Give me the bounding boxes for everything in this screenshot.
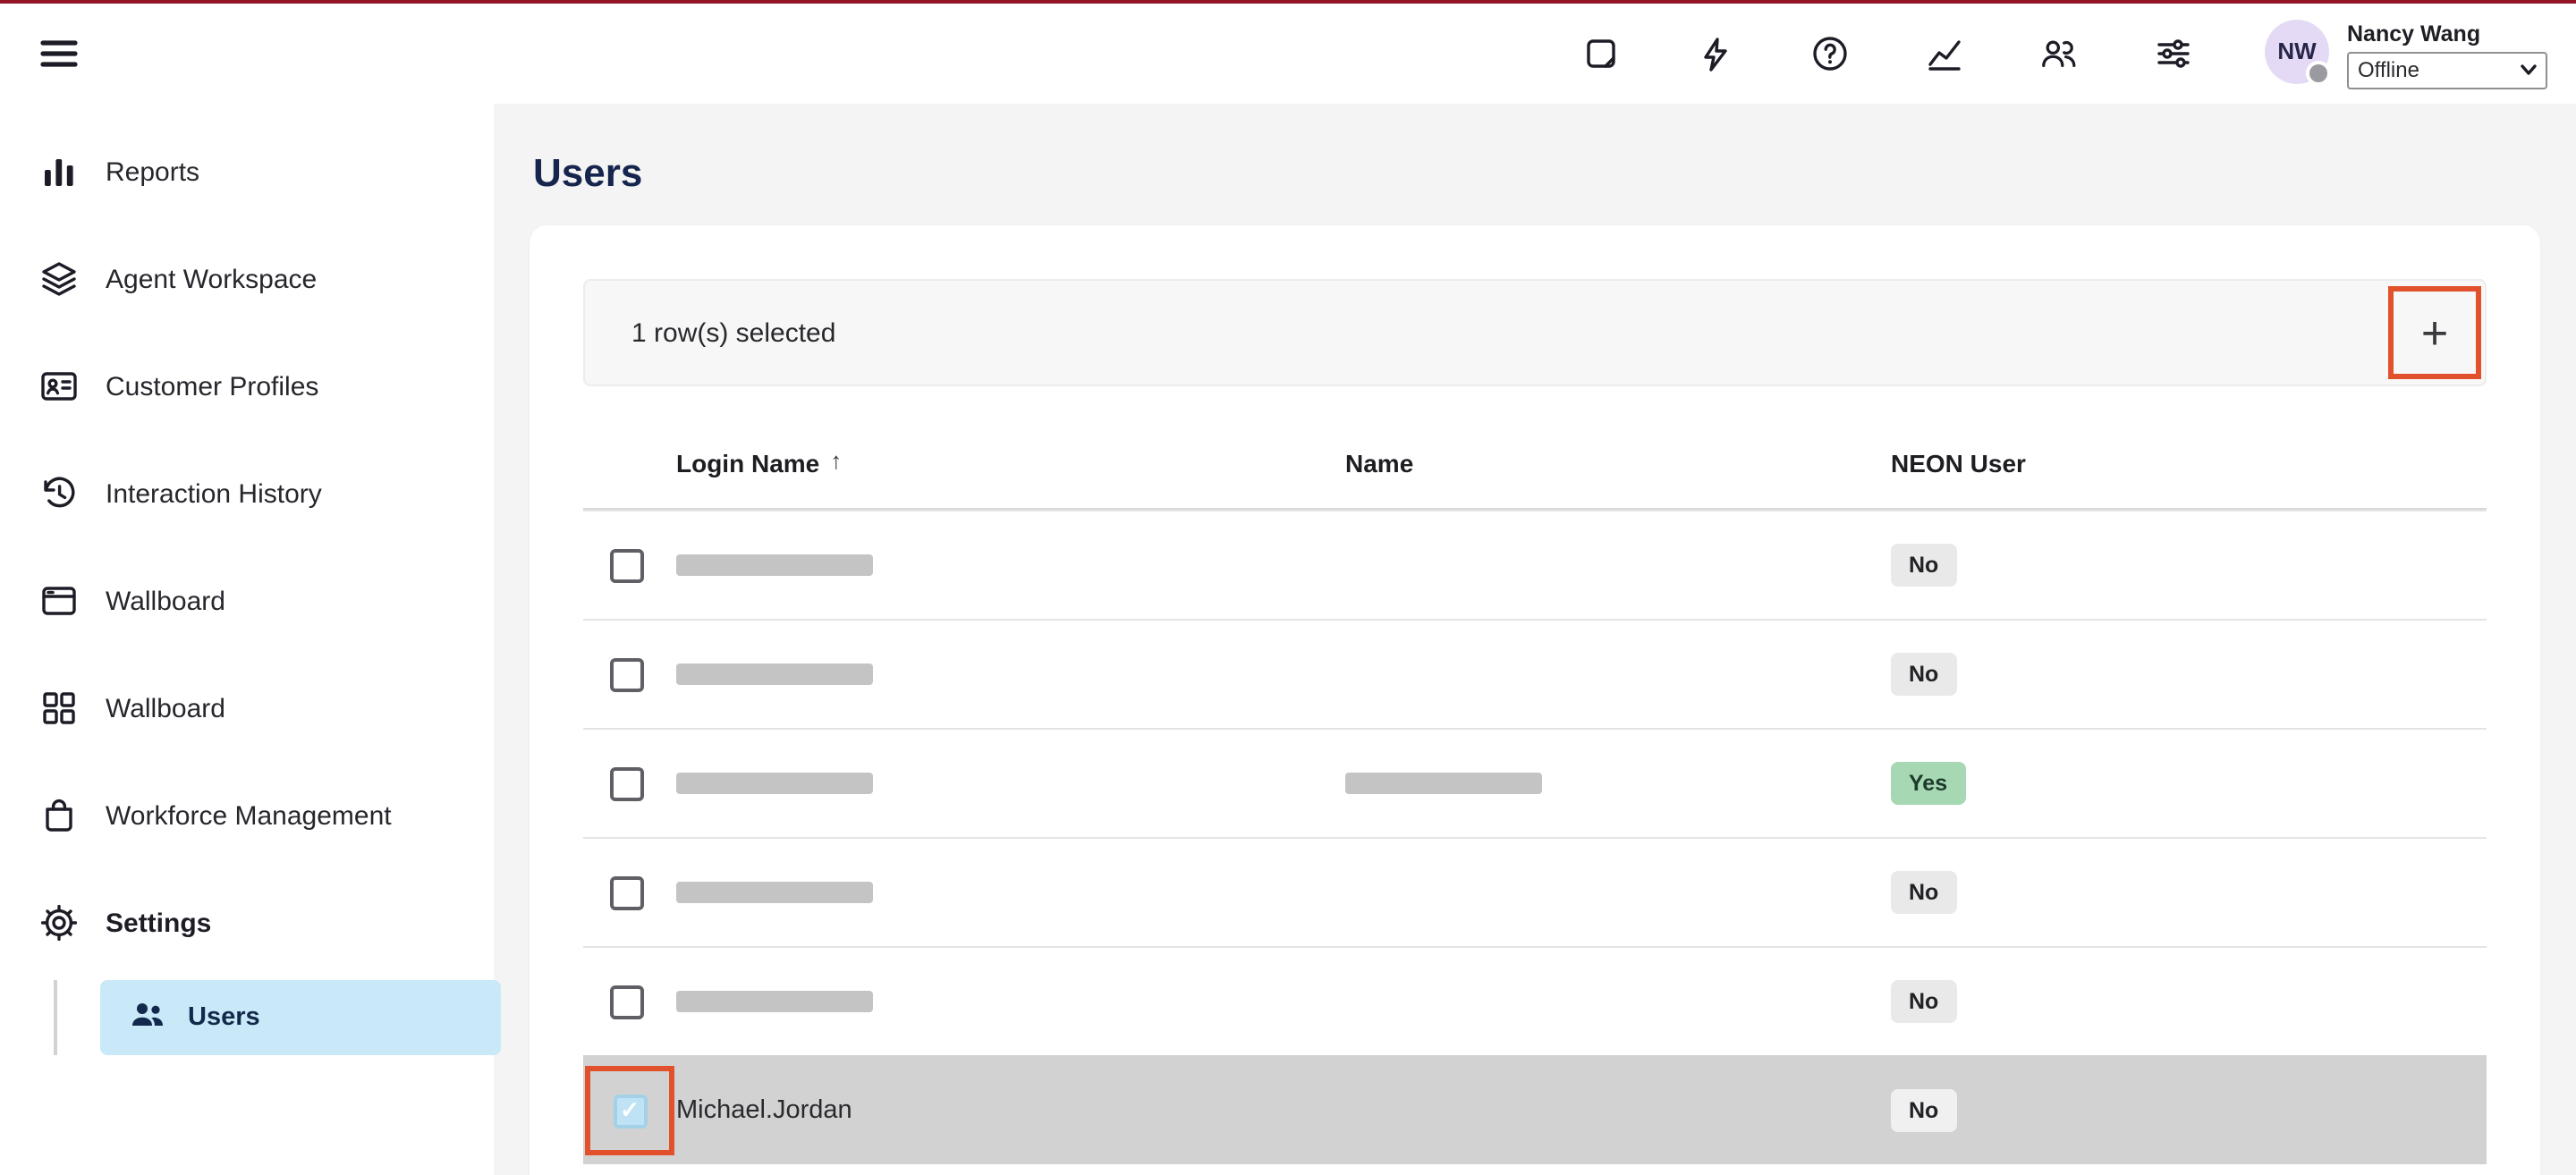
column-header-login-name[interactable]: Login Name↑ [676, 449, 1345, 478]
users-card: 1 row(s) selected + Login Name↑ Name NEO… [530, 225, 2540, 1175]
user-name: Nancy Wang [2347, 21, 2547, 46]
gear-icon [38, 902, 79, 943]
table-row[interactable]: No [583, 837, 2487, 946]
neon-user-badge: No [1891, 544, 1956, 587]
table-header-row: Login Name↑ Name NEON User [583, 418, 2487, 510]
table-toolbar: 1 row(s) selected + [583, 279, 2487, 386]
chevron-down-icon [2521, 64, 2537, 75]
sidebar-item-wallboard[interactable]: Wallboard [0, 547, 494, 655]
presence-indicator [2306, 60, 2331, 85]
neon-user-badge: No [1891, 980, 1956, 1023]
table-row[interactable]: No [583, 510, 2487, 619]
checkbox-annotation-box: ✓ [585, 1066, 674, 1155]
row-checkbox[interactable] [610, 766, 644, 800]
history-icon [38, 473, 79, 514]
table-row-selected[interactable]: ✓ Michael.Jordan No [583, 1055, 2487, 1164]
neon-user-badge: No [1891, 653, 1956, 696]
sidebar-item-label: Users [188, 1003, 260, 1032]
sidebar-item-wallboard-2[interactable]: Wallboard [0, 655, 494, 762]
redacted-name [1345, 773, 1542, 794]
quick-actions-icon[interactable] [1696, 34, 1735, 73]
topbar: NW Nancy Wang Offline [0, 4, 2576, 104]
sidebar-item-workforce-management[interactable]: Workforce Management [0, 762, 494, 869]
sidebar-item-label: Customer Profiles [106, 371, 318, 402]
sidebar-item-interaction-history[interactable]: Interaction History [0, 440, 494, 547]
sidebar-item-reports[interactable]: Reports [0, 118, 494, 225]
sidebar-item-label: Workforce Management [106, 800, 392, 831]
help-icon[interactable] [1810, 34, 1850, 73]
contact-card-icon [38, 366, 79, 407]
sidebar-item-agent-workspace[interactable]: Agent Workspace [0, 225, 494, 333]
sidebar-item-label: Agent Workspace [106, 264, 317, 294]
user-meta: Nancy Wang Offline [2347, 19, 2547, 89]
notes-icon[interactable] [1581, 34, 1621, 73]
contacts-icon[interactable] [2039, 34, 2079, 73]
table-row[interactable]: No [583, 619, 2487, 728]
table-row[interactable]: No [583, 946, 2487, 1055]
redacted-login-name [676, 991, 873, 1012]
page-title: Users [533, 150, 2540, 197]
submenu-indent-line [54, 980, 57, 1055]
analytics-icon[interactable] [1925, 34, 1964, 73]
row-checkbox[interactable] [610, 985, 644, 1019]
layers-icon [38, 258, 79, 300]
sidebar-item-label: Wallboard [106, 586, 225, 616]
sidebar-item-users[interactable]: Users [100, 980, 501, 1055]
main-content: Users 1 row(s) selected + Login Name↑ Na… [494, 104, 2576, 1175]
login-name-cell: Michael.Jordan [676, 1096, 1345, 1125]
sidebar: Reports Agent Workspace [0, 104, 494, 1175]
app-window: NW Nancy Wang Offline [0, 0, 2576, 1175]
redacted-login-name [676, 664, 873, 685]
status-select[interactable]: Offline [2347, 51, 2547, 89]
menu-icon[interactable] [32, 27, 86, 80]
avatar-initials: NW [2277, 38, 2316, 64]
row-checkbox[interactable] [610, 657, 644, 691]
status-value: Offline [2358, 57, 2419, 82]
settings-submenu: Users [0, 980, 494, 1055]
redacted-login-name [676, 554, 873, 576]
row-checkbox[interactable] [610, 548, 644, 582]
window-icon [38, 580, 79, 621]
column-header-neon-user[interactable]: NEON User [1891, 449, 2487, 478]
topbar-icon-group [1581, 34, 2193, 73]
sidebar-item-customer-profiles[interactable]: Customer Profiles [0, 333, 494, 440]
avatar[interactable]: NW [2265, 19, 2329, 83]
sort-asc-icon[interactable]: ↑ [830, 447, 842, 474]
sidebar-item-label: Reports [106, 156, 199, 187]
redacted-login-name [676, 773, 873, 794]
row-checkbox[interactable] [610, 875, 644, 909]
briefcase-icon [38, 795, 79, 836]
grid-icon [38, 688, 79, 729]
filters-icon[interactable] [2154, 34, 2193, 73]
row-checkbox-checked[interactable]: ✓ [613, 1094, 647, 1128]
user-box: NW Nancy Wang Offline [2265, 19, 2547, 89]
sidebar-item-label: Settings [106, 908, 211, 938]
bar-chart-icon [38, 151, 79, 192]
users-icon [129, 995, 166, 1040]
neon-user-badge: No [1891, 871, 1956, 914]
sidebar-item-label: Wallboard [106, 693, 225, 723]
add-user-button[interactable]: + [2388, 286, 2481, 379]
users-table: Login Name↑ Name NEON User No [583, 418, 2487, 1164]
selection-count: 1 row(s) selected [631, 317, 835, 348]
neon-user-badge: Yes [1891, 762, 1965, 805]
column-header-name[interactable]: Name [1345, 449, 1891, 478]
sidebar-item-settings[interactable]: Settings [0, 869, 494, 976]
redacted-login-name [676, 882, 873, 903]
table-row[interactable]: Yes [583, 728, 2487, 837]
neon-user-badge: No [1891, 1089, 1956, 1132]
sidebar-item-label: Interaction History [106, 478, 322, 509]
